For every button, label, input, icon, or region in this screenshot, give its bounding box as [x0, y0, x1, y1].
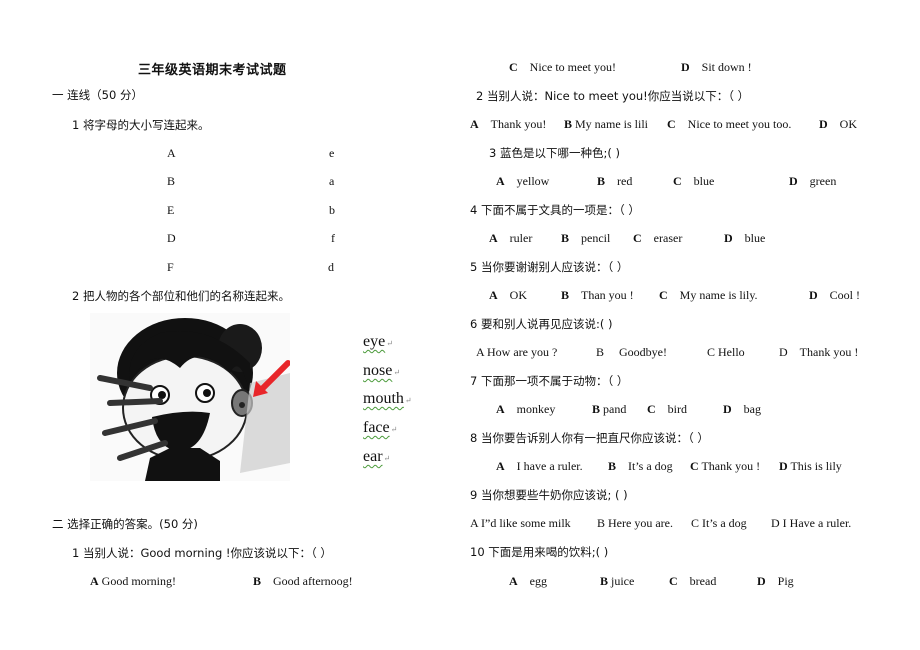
option-d: D Cool !: [809, 288, 861, 302]
question-prompt: 7 下面那一项不属于动物：（ ）: [470, 374, 629, 388]
option-d: D This is lily: [779, 459, 842, 473]
page-title: 三年级英语期末考试试题: [138, 63, 287, 78]
option-c: C Hello: [707, 345, 745, 359]
uppercase-letter: E: [167, 203, 175, 217]
option-d: D green: [789, 174, 837, 188]
option-a: A OK: [489, 288, 528, 302]
option-d: D OK: [819, 117, 858, 131]
lowercase-letter: f: [331, 231, 335, 245]
return-mark-icon: ↵: [390, 425, 398, 434]
question-prompt: 1 当别人说：Good morning !你应该说以下：（ ）: [72, 546, 332, 560]
question-prompt: 3 蓝色是以下哪一种色;( ): [489, 146, 620, 160]
option-d: D blue: [724, 231, 766, 245]
option-b: B juice: [600, 574, 635, 588]
option-a: A I”d like some milk: [470, 516, 571, 530]
word-eye: eye↵: [363, 333, 393, 350]
option-c: C bread: [669, 574, 717, 588]
option-d: D Thank you !: [779, 345, 859, 359]
question-prompt: 4 下面不属于文具的一项是：（ ）: [470, 203, 640, 217]
lowercase-letter: d: [328, 260, 334, 274]
option-b: B It’s a dog: [608, 459, 673, 473]
option-c: C Nice to meet you too.: [667, 117, 792, 131]
option-a: A How are you ?: [476, 345, 558, 359]
option-c: C bird: [647, 402, 688, 416]
word-ear: ear↵: [363, 448, 391, 465]
question-prompt: 6 要和别人说再见应该说:( ): [470, 317, 613, 331]
option-a: A monkey: [496, 402, 556, 416]
option-d: D I Have a ruler.: [771, 516, 852, 530]
option-b: B My name is lili: [564, 117, 649, 131]
lowercase-letter: a: [329, 174, 335, 188]
uppercase-letter: F: [167, 260, 174, 274]
option-b: B red: [597, 174, 633, 188]
return-mark-icon: ↵: [404, 396, 412, 405]
question-prompt: 2 当别人说：Nice to meet you!你应当说以下：（ ）: [476, 89, 750, 103]
word-face: face↵: [363, 419, 398, 436]
option-c: C It’s a dog: [691, 516, 747, 530]
uppercase-letter: B: [167, 174, 176, 188]
cartoon-girl-image: [90, 313, 290, 481]
option-b: B Goodbye!: [596, 345, 668, 359]
question-prompt: 5 当你要谢谢别人应该说：（ ）: [470, 260, 629, 274]
option-b: B Good afternoog!: [253, 574, 353, 588]
word-mouth: mouth↵: [363, 390, 412, 407]
option-c: C eraser: [633, 231, 683, 245]
return-mark-icon: ↵: [386, 339, 393, 348]
option-b: B Than you !: [561, 288, 634, 302]
return-mark-icon: ↵: [393, 368, 401, 377]
q1-prompt: 1 将字母的大小写连起来。: [72, 118, 210, 132]
option-d: D Sit down !: [681, 60, 752, 74]
option-a: A I have a ruler.: [496, 459, 583, 473]
option-a: A Good morning!: [90, 574, 176, 588]
option-c: C Nice to meet you!: [509, 60, 616, 74]
lowercase-letter: e: [329, 146, 335, 160]
word-nose: nose↵: [363, 362, 401, 379]
option-c: C My name is lily.: [659, 288, 758, 302]
uppercase-letter: D: [167, 231, 176, 245]
section2-heading: 二 选择正确的答案。(50 分): [52, 517, 198, 531]
question-prompt: 10 下面是用来喝的饮料;( ): [470, 545, 609, 559]
option-a: A yellow: [496, 174, 550, 188]
option-a: A egg: [509, 574, 547, 588]
return-mark-icon: ↵: [383, 454, 391, 463]
option-a: A ruler: [489, 231, 533, 245]
uppercase-letter: A: [167, 146, 176, 160]
option-c: C blue: [673, 174, 715, 188]
option-c: C Thank you !: [690, 459, 761, 473]
question-prompt: 9 当你想要些牛奶你应该说; ( ): [470, 488, 628, 502]
option-d: D bag: [723, 402, 761, 416]
option-b: B Here you are.: [597, 516, 673, 530]
option-b: B pand: [592, 402, 627, 416]
section1-heading: 一 连线（50 分）: [52, 88, 143, 102]
option-b: B pencil: [561, 231, 611, 245]
option-d: D Pig: [757, 574, 794, 588]
lowercase-letter: b: [329, 203, 335, 217]
q2-prompt: 2 把人物的各个部位和他们的名称连起来。: [72, 289, 290, 303]
option-a: A Thank you!: [470, 117, 547, 131]
question-prompt: 8 当你要告诉别人你有一把直尺你应该说：（ ）: [470, 431, 709, 445]
